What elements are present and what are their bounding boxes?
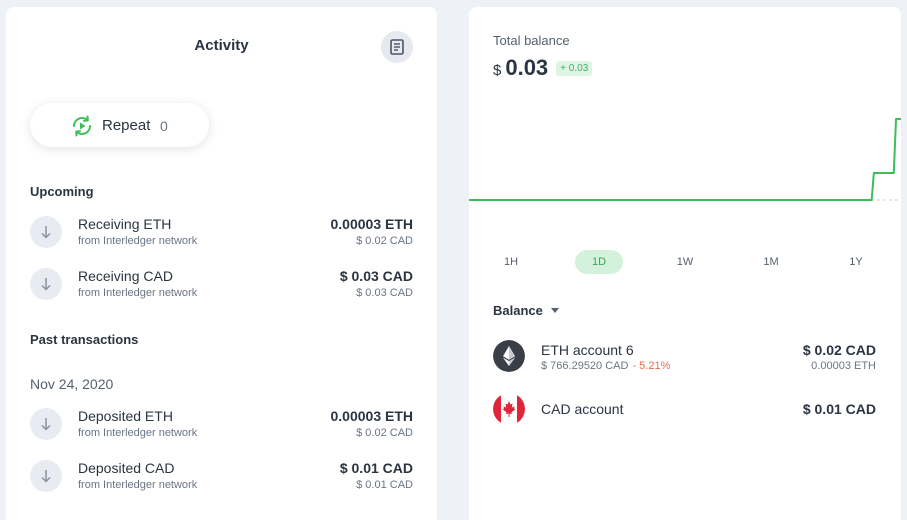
- caret-down-icon: [550, 308, 559, 313]
- transaction-amount-secondary: $ 0.03 CAD: [356, 287, 413, 299]
- transaction-amount-secondary: $ 0.01 CAD: [356, 479, 413, 491]
- repeat-button[interactable]: Repeat 0: [30, 103, 209, 147]
- account-name: ETH account 6: [541, 342, 634, 358]
- account-balance: $ 0.02 CAD: [802, 342, 876, 358]
- transaction-amount: $ 0.03 CAD: [339, 268, 413, 284]
- balance-dropdown[interactable]: Balance: [493, 303, 559, 318]
- past-transaction[interactable]: Deposited ETH from Interledger network 0…: [30, 404, 413, 444]
- account-balance-secondary: 0.00003 ETH: [811, 360, 876, 372]
- upcoming-transaction[interactable]: Receiving CAD from Interledger network $…: [30, 264, 413, 304]
- arrow-down-icon: [30, 408, 62, 440]
- balance-chart[interactable]: [469, 107, 901, 217]
- repeat-count: 0: [160, 118, 168, 134]
- date-heading: Nov 24, 2020: [30, 376, 114, 392]
- activity-title: Activity: [194, 37, 249, 54]
- account-name: CAD account: [541, 401, 624, 417]
- repeat-icon: [73, 115, 91, 137]
- transaction-title: Receiving ETH: [78, 216, 172, 232]
- account-balance: $ 0.01 CAD: [802, 401, 876, 417]
- transaction-amount: 0.00003 ETH: [330, 408, 414, 424]
- transaction-title: Deposited CAD: [78, 460, 175, 476]
- balance-change-badge: + 0.03: [556, 61, 593, 76]
- account-row-cad[interactable]: CAD account $ 0.01 CAD: [493, 393, 876, 429]
- transaction-title: Deposited ETH: [78, 408, 173, 424]
- activity-panel: Activity Repeat 0 Upcoming Receiving ETH…: [6, 7, 437, 520]
- account-price-change: - 5.21%: [632, 360, 671, 372]
- currency-symbol: $: [493, 62, 502, 79]
- arrow-down-icon: [30, 216, 62, 248]
- range-selector: 1H 1D 1W 1M 1Y: [469, 250, 901, 274]
- ethereum-icon: [493, 340, 525, 372]
- balance-heading: Balance: [493, 303, 543, 318]
- total-balance: $ 0.03 + 0.03: [493, 55, 593, 81]
- canada-flag-icon: [493, 393, 525, 425]
- transaction-source: from Interledger network: [78, 287, 198, 299]
- range-1m[interactable]: 1M: [747, 250, 795, 274]
- upcoming-transaction[interactable]: Receiving ETH from Interledger network 0…: [30, 212, 413, 252]
- balance-panel: Total balance $ 0.03 + 0.03 1H 1D 1W 1M …: [469, 7, 901, 520]
- range-1d[interactable]: 1D: [575, 250, 623, 274]
- arrow-down-icon: [30, 460, 62, 492]
- upcoming-heading: Upcoming: [30, 184, 94, 199]
- balance-line: [469, 118, 901, 201]
- arrow-down-icon: [30, 268, 62, 300]
- range-1y[interactable]: 1Y: [832, 250, 880, 274]
- document-icon: [390, 39, 404, 55]
- account-row-eth[interactable]: ETH account 6 $ 766.29520 CAD - 5.21% $ 0…: [493, 340, 876, 376]
- transaction-amount: 0.00003 ETH: [330, 216, 414, 232]
- total-balance-value: 0.03: [505, 55, 549, 80]
- transaction-title: Receiving CAD: [78, 268, 173, 284]
- transaction-source: from Interledger network: [78, 479, 198, 491]
- range-1w[interactable]: 1W: [661, 250, 709, 274]
- account-price: $ 766.29520 CAD - 5.21%: [541, 360, 670, 372]
- range-1h[interactable]: 1H: [487, 250, 535, 274]
- transaction-source: from Interledger network: [78, 427, 198, 439]
- past-transactions-heading: Past transactions: [30, 332, 139, 347]
- transaction-amount-secondary: $ 0.02 CAD: [356, 427, 413, 439]
- account-price-value: $ 766.29520 CAD: [541, 360, 629, 372]
- past-transaction[interactable]: Deposited CAD from Interledger network $…: [30, 456, 413, 496]
- repeat-label: Repeat: [102, 117, 151, 134]
- transaction-source: from Interledger network: [78, 235, 198, 247]
- total-balance-label: Total balance: [493, 33, 570, 48]
- transaction-amount: $ 0.01 CAD: [339, 460, 413, 476]
- statement-button[interactable]: [381, 31, 413, 63]
- transaction-amount-secondary: $ 0.02 CAD: [356, 235, 413, 247]
